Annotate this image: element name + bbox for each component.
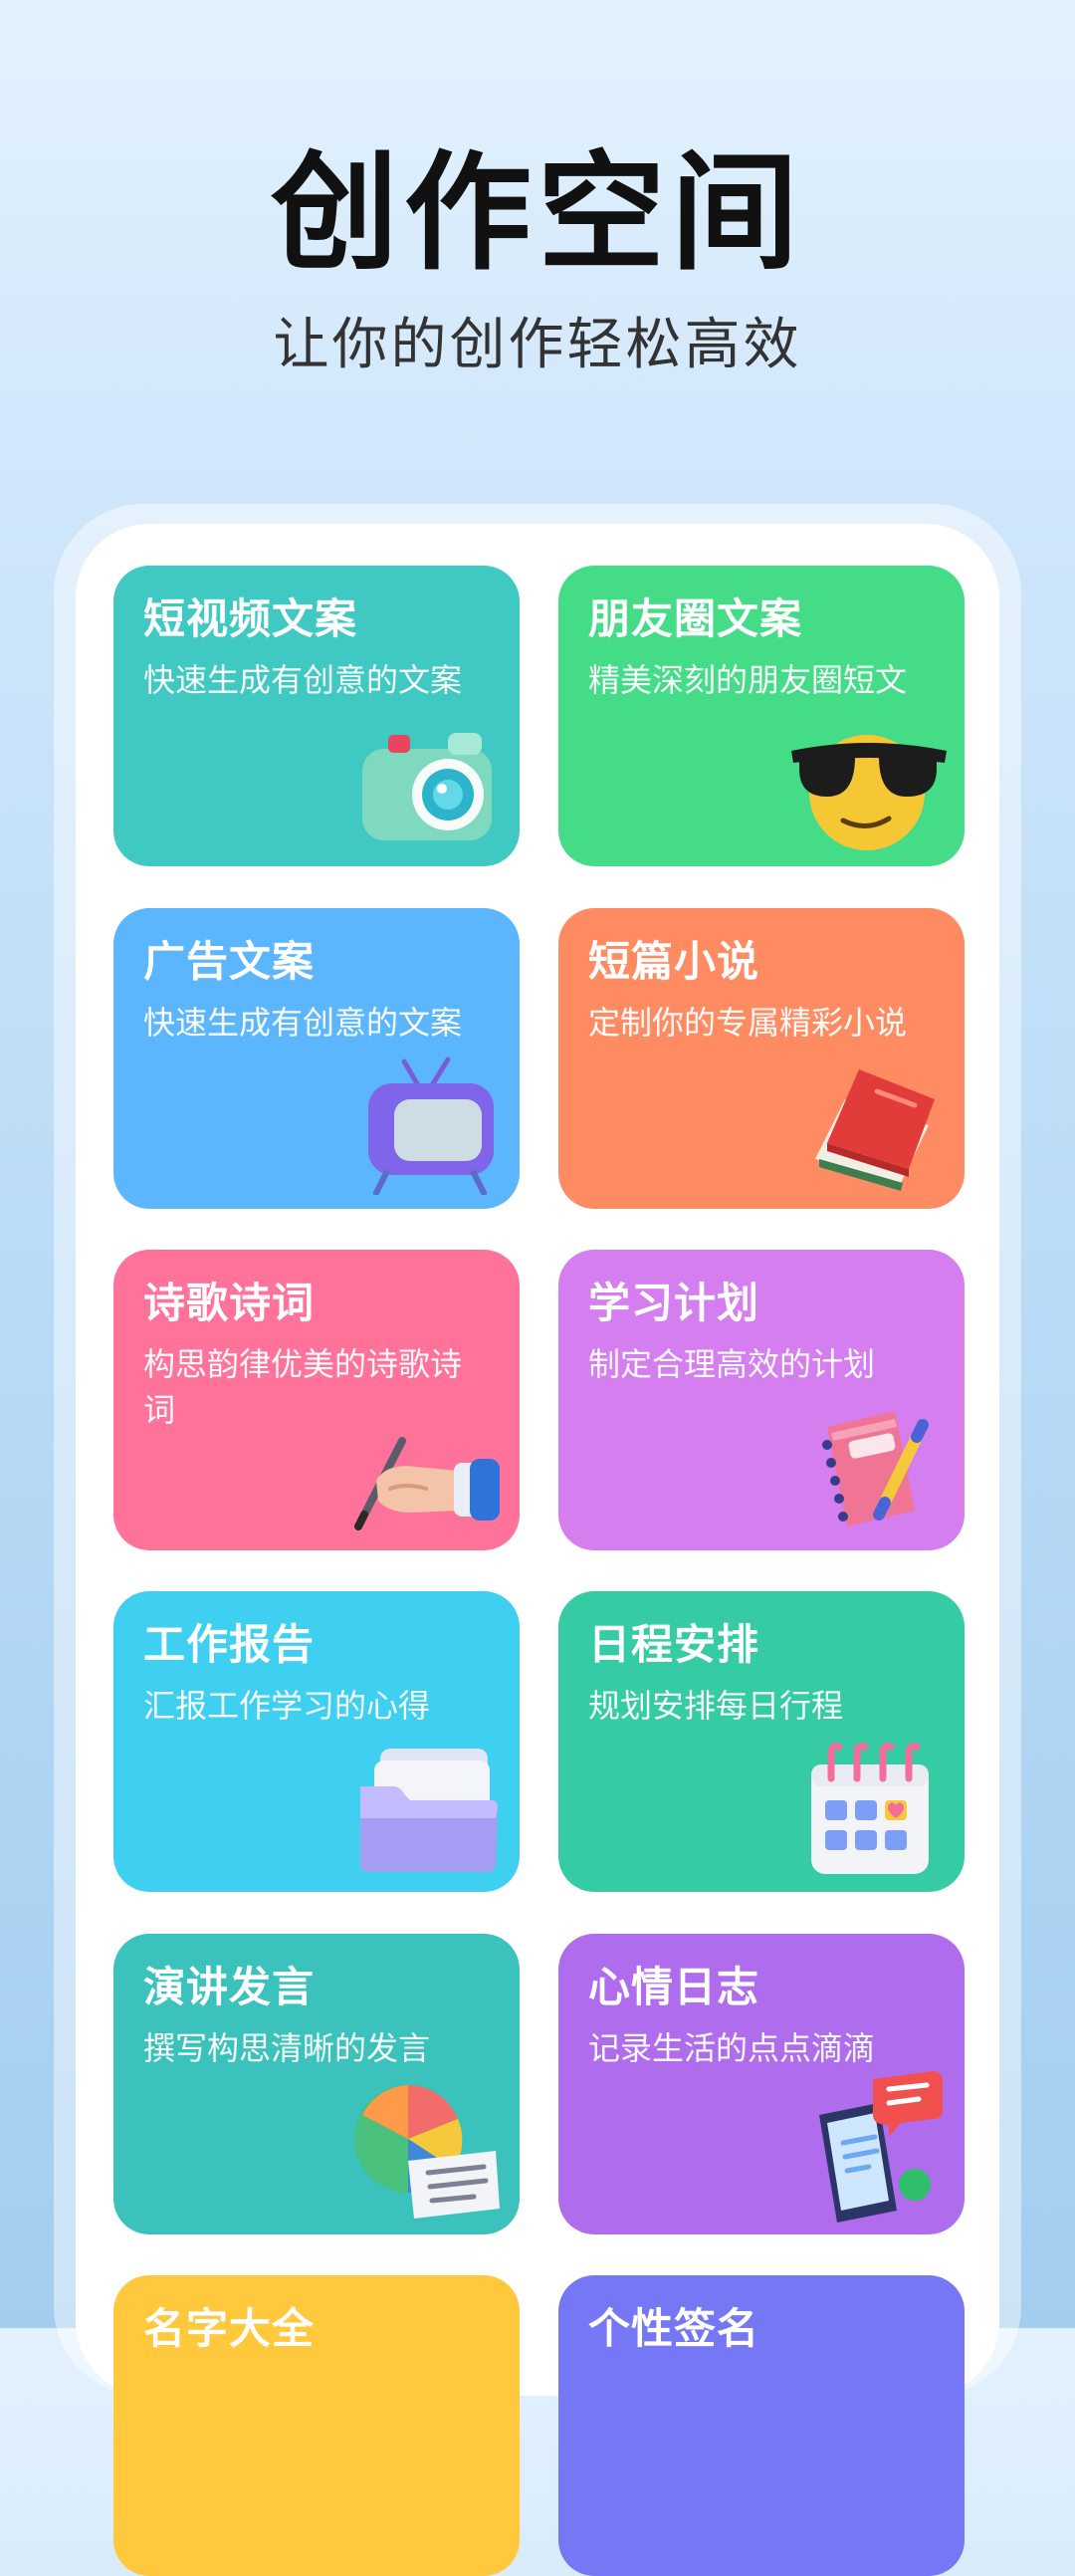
card-mood-diary[interactable]: 心情日志 记录生活的点点滴滴	[558, 1934, 965, 2234]
folder-icon	[352, 1739, 502, 1878]
card-title: 广告文案	[143, 937, 316, 986]
card-title: 名字大全	[143, 2304, 316, 2353]
book-icon	[797, 1055, 947, 1195]
page-subtitle: 让你的创作轻松高效	[273, 313, 802, 377]
card-title: 短视频文案	[143, 594, 358, 643]
calendar-icon	[797, 1739, 947, 1878]
card-personal-signature[interactable]: 个性签名	[558, 2275, 965, 2576]
card-description: 撰写构思清晰的发言	[143, 2029, 431, 2067]
card-moments-copy[interactable]: 朋友圈文案 精美深刻的朋友圈短文	[558, 566, 965, 866]
notebook-pen-icon	[797, 1397, 947, 1536]
card-title: 工作报告	[143, 1620, 316, 1669]
card-ad-copy[interactable]: 广告文案 快速生成有创意的文案	[113, 908, 520, 1209]
card-title: 个性签名	[588, 2304, 760, 2353]
card-short-story[interactable]: 短篇小说 定制你的专属精彩小说	[558, 908, 965, 1209]
card-work-report[interactable]: 工作报告 汇报工作学习的心得	[113, 1591, 520, 1892]
card-title: 学习计划	[588, 1279, 760, 1327]
card-title: 诗歌诗词	[143, 1279, 316, 1327]
card-speech[interactable]: 演讲发言 撰写构思清晰的发言	[113, 1934, 520, 2234]
card-poetry[interactable]: 诗歌诗词 构思韵律优美的诗歌诗词	[113, 1250, 520, 1550]
card-title: 朋友圈文案	[588, 594, 803, 643]
card-title: 演讲发言	[143, 1963, 316, 2011]
sunglasses-emoji-icon	[785, 713, 953, 852]
card-description: 快速生成有创意的文案	[143, 661, 463, 699]
card-schedule[interactable]: 日程安排 规划安排每日行程	[558, 1591, 965, 1892]
page-header: 创作空间 让你的创作轻松高效	[0, 139, 1075, 380]
card-description: 记录生活的点点滴滴	[588, 2029, 876, 2067]
card-name-collection[interactable]: 名字大全	[113, 2275, 520, 2576]
card-description: 汇报工作学习的心得	[143, 1687, 431, 1725]
phone-chat-icon	[797, 2067, 947, 2226]
card-title: 日程安排	[588, 1620, 760, 1669]
card-description: 快速生成有创意的文案	[143, 1004, 463, 1042]
tv-icon	[352, 1055, 502, 1195]
page-title: 创作空间	[270, 139, 804, 288]
camera-icon	[352, 713, 502, 852]
card-description: 规划安排每日行程	[588, 1687, 844, 1725]
writing-hand-icon	[346, 1397, 506, 1536]
card-description: 制定合理高效的计划	[588, 1345, 876, 1383]
card-title: 短篇小说	[588, 937, 760, 986]
card-title: 心情日志	[588, 1963, 760, 2011]
card-description: 定制你的专属精彩小说	[588, 1004, 908, 1042]
card-short-video-copy[interactable]: 短视频文案 快速生成有创意的文案	[113, 566, 520, 866]
card-study-plan[interactable]: 学习计划 制定合理高效的计划	[558, 1250, 965, 1550]
pie-chart-document-icon	[346, 2077, 506, 2226]
card-description: 精美深刻的朋友圈短文	[588, 661, 908, 699]
